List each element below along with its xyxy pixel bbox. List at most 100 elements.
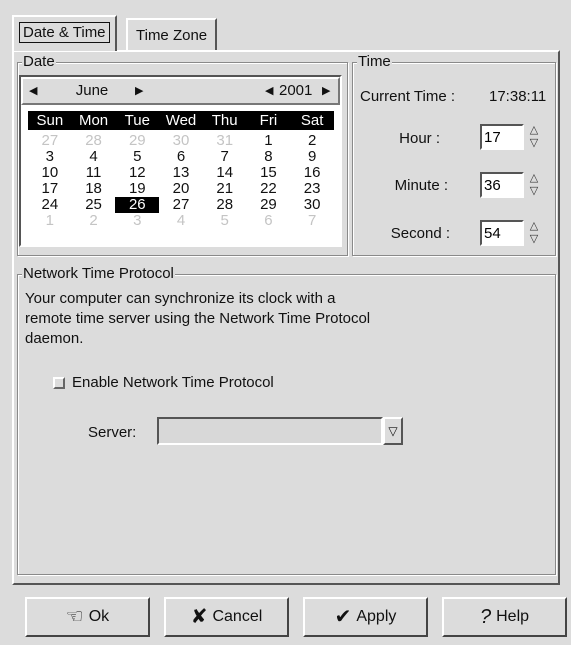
calendar-day[interactable]: 8 bbox=[247, 149, 291, 165]
apply-button-label: Apply bbox=[356, 608, 397, 625]
calendar-day[interactable]: 30 bbox=[159, 133, 203, 149]
calendar: ◀ June ▶ ◀ 2001 ▶ Sun Mon Tue Wed Thu Fr… bbox=[19, 75, 342, 247]
calendar-day[interactable]: 17 bbox=[28, 181, 72, 197]
calendar-header: ◀ June ▶ ◀ 2001 ▶ bbox=[21, 77, 340, 105]
calendar-day[interactable]: 27 bbox=[28, 133, 72, 149]
minute-input[interactable] bbox=[480, 172, 524, 198]
calendar-day[interactable]: 23 bbox=[290, 181, 334, 197]
calendar-day[interactable]: 5 bbox=[203, 213, 247, 229]
second-down-icon[interactable]: ▽ bbox=[526, 233, 542, 246]
calendar-day-names: Sun Mon Tue Wed Thu Fri Sat bbox=[28, 111, 334, 130]
calendar-grid: 27 28 29 30 31 1 2 3 4 5 6 7 8 9 10 11 12 13 14 15 16 17 18 19 2… bbox=[28, 133, 334, 229]
prev-month-icon[interactable]: ◀ bbox=[29, 84, 37, 97]
calendar-day[interactable]: 2 bbox=[72, 213, 116, 229]
next-year-icon[interactable]: ▶ bbox=[322, 84, 330, 97]
apply-button[interactable]: ✔ Apply bbox=[303, 597, 428, 637]
day-name: Wed bbox=[165, 112, 197, 129]
calendar-day[interactable]: 27 bbox=[159, 197, 203, 213]
ntp-frame-title: Network Time Protocol bbox=[22, 265, 175, 283]
hour-label: Hour : bbox=[399, 130, 440, 147]
second-spinner: △ ▽ bbox=[480, 220, 542, 246]
cancel-button-label: Cancel bbox=[212, 608, 263, 625]
calendar-day[interactable]: 15 bbox=[247, 165, 291, 181]
second-up-icon[interactable]: △ bbox=[526, 220, 542, 233]
calendar-day[interactable]: 4 bbox=[72, 149, 116, 165]
minute-up-icon[interactable]: △ bbox=[526, 172, 542, 185]
calendar-day[interactable]: 7 bbox=[203, 149, 247, 165]
calendar-day[interactable]: 28 bbox=[72, 133, 116, 149]
calendar-day[interactable]: 3 bbox=[115, 213, 159, 229]
tab-time-zone[interactable]: Time Zone bbox=[126, 18, 218, 50]
date-frame-title: Date bbox=[22, 53, 56, 71]
calendar-day[interactable]: 10 bbox=[28, 165, 72, 181]
second-input[interactable] bbox=[480, 220, 524, 246]
calendar-day[interactable]: 24 bbox=[28, 197, 72, 213]
calendar-day[interactable]: 29 bbox=[115, 133, 159, 149]
time-frame-title: Time bbox=[357, 53, 392, 71]
calendar-day[interactable]: 30 bbox=[290, 197, 334, 213]
calendar-day[interactable]: 3 bbox=[28, 149, 72, 165]
calendar-day[interactable]: 21 bbox=[203, 181, 247, 197]
calendar-day[interactable]: 18 bbox=[72, 181, 116, 197]
second-spin-buttons: △ ▽ bbox=[526, 220, 542, 246]
calendar-day[interactable]: 19 bbox=[115, 181, 159, 197]
minute-label: Minute : bbox=[394, 177, 448, 194]
calendar-month: June bbox=[75, 82, 109, 99]
hour-up-icon[interactable]: △ bbox=[526, 124, 542, 137]
day-name: Mon bbox=[78, 112, 109, 129]
day-name: Tue bbox=[124, 112, 150, 129]
calendar-day[interactable]: 1 bbox=[247, 133, 291, 149]
hour-spinner: △ ▽ bbox=[480, 124, 542, 150]
calendar-day[interactable]: 7 bbox=[290, 213, 334, 229]
day-name: Sat bbox=[300, 112, 324, 129]
current-time-label: Current Time : bbox=[360, 88, 456, 105]
ok-button[interactable]: ☜ Ok bbox=[25, 597, 150, 637]
ntp-enable-label[interactable]: Enable Network Time Protocol bbox=[72, 374, 274, 391]
help-button[interactable]: ? Help bbox=[442, 597, 567, 637]
hour-spin-buttons: △ ▽ bbox=[526, 124, 542, 150]
calendar-day[interactable]: 1 bbox=[28, 213, 72, 229]
calendar-day[interactable]: 16 bbox=[290, 165, 334, 181]
minute-spinner: △ ▽ bbox=[480, 172, 542, 198]
help-button-label: Help bbox=[496, 608, 530, 625]
calendar-day[interactable]: 6 bbox=[247, 213, 291, 229]
hour-input[interactable] bbox=[480, 124, 524, 150]
calendar-day[interactable]: 5 bbox=[115, 149, 159, 165]
calendar-day[interactable]: 26 bbox=[115, 197, 160, 213]
server-combo-field[interactable] bbox=[157, 417, 383, 445]
ntp-enable-checkbox[interactable] bbox=[53, 377, 65, 389]
calendar-day[interactable]: 6 bbox=[159, 149, 203, 165]
calendar-day[interactable]: 22 bbox=[247, 181, 291, 197]
calendar-day[interactable]: 28 bbox=[203, 197, 247, 213]
hand-pointing-icon: ☜ bbox=[65, 606, 84, 628]
calendar-day[interactable]: 25 bbox=[72, 197, 116, 213]
ok-button-label: Ok bbox=[88, 608, 110, 625]
calendar-day[interactable]: 2 bbox=[290, 133, 334, 149]
day-name: Fri bbox=[259, 112, 278, 129]
minute-spin-buttons: △ ▽ bbox=[526, 172, 542, 198]
calendar-day[interactable]: 14 bbox=[203, 165, 247, 181]
calendar-day[interactable]: 9 bbox=[290, 149, 334, 165]
checkmark-icon: ✔ bbox=[334, 606, 352, 628]
tab-date-time[interactable]: Date & Time bbox=[12, 15, 117, 51]
minute-down-icon[interactable]: ▽ bbox=[526, 185, 542, 198]
calendar-day[interactable]: 13 bbox=[159, 165, 203, 181]
calendar-year: 2001 bbox=[279, 82, 313, 99]
tab-date-time-label: Date & Time bbox=[19, 22, 110, 43]
day-name: Sun bbox=[36, 112, 64, 129]
prev-year-icon[interactable]: ◀ bbox=[265, 84, 273, 97]
calendar-day[interactable]: 11 bbox=[72, 165, 116, 181]
tab-time-zone-label: Time Zone bbox=[136, 27, 208, 44]
calendar-day[interactable]: 4 bbox=[159, 213, 203, 229]
server-dropdown-icon[interactable]: ▽ bbox=[383, 417, 403, 445]
cancel-button[interactable]: ✘ Cancel bbox=[164, 597, 289, 637]
calendar-day[interactable]: 29 bbox=[247, 197, 291, 213]
server-label: Server: bbox=[88, 424, 137, 441]
calendar-day[interactable]: 31 bbox=[203, 133, 247, 149]
calendar-day[interactable]: 12 bbox=[115, 165, 159, 181]
next-month-icon[interactable]: ▶ bbox=[135, 84, 143, 97]
question-mark-icon: ? bbox=[479, 606, 492, 628]
calendar-day[interactable]: 20 bbox=[159, 181, 203, 197]
second-label: Second : bbox=[390, 225, 450, 242]
hour-down-icon[interactable]: ▽ bbox=[526, 137, 542, 150]
